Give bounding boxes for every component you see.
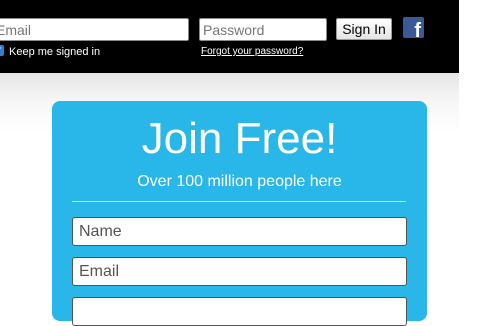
signup-subtitle: Over 100 million people here [137,173,342,190]
facebook-icon: f [414,20,421,38]
signup-next-input[interactable] [72,297,407,326]
sign-in-button[interactable]: Sign In [336,18,392,40]
signup-name-input[interactable] [72,217,407,246]
page-edge [459,0,480,300]
login-header: Sign In f ✓ Keep me signed in Forgot you… [0,0,459,73]
facebook-login-button[interactable]: f [403,17,424,38]
header-password-input[interactable] [199,18,327,41]
keep-signed-in-checkbox[interactable]: ✓ [0,45,4,56]
signup-card: Join Free! Over 100 million people here [52,101,427,326]
header-email-input[interactable] [0,18,189,41]
forgot-password-link[interactable]: Forgot your password? [201,46,303,57]
keep-signed-in-label: Keep me signed in [9,46,101,58]
signup-title: Join Free! [141,114,338,163]
signup-divider [72,201,406,202]
checkbox-check-icon: ✓ [0,46,3,55]
signup-email-input[interactable] [72,257,407,286]
